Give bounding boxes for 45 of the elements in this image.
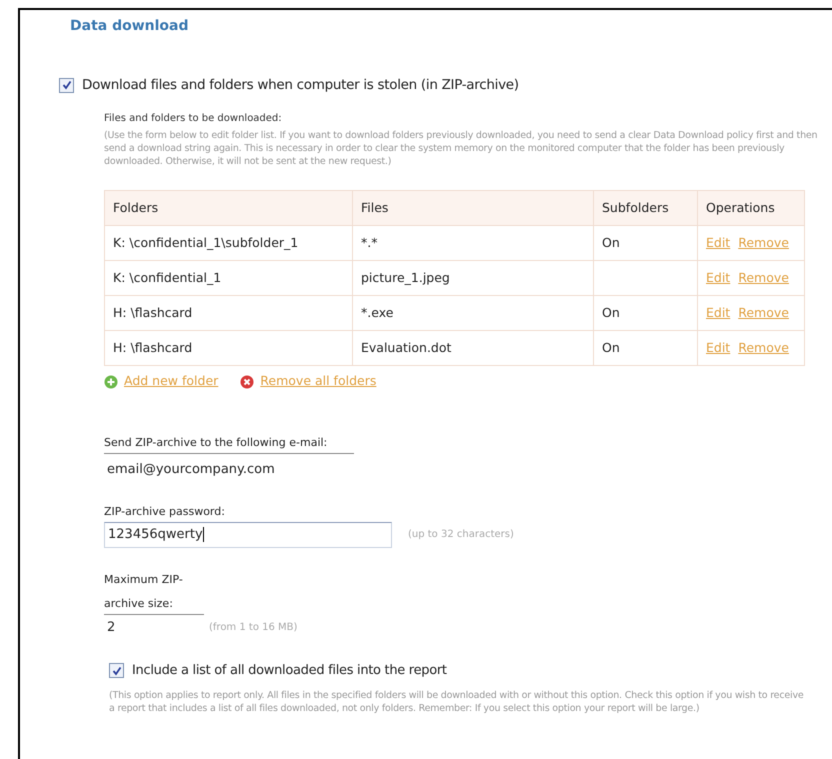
field-label: Send ZIP-archive to the following e-mail: xyxy=(104,436,328,449)
remove-link[interactable]: Remove xyxy=(738,234,789,250)
section-subtitle: Files and folders to be downloaded: xyxy=(104,112,283,126)
table-cell: picture_1.jpeg xyxy=(352,260,594,296)
delete-icon xyxy=(240,374,254,389)
option-label: Download files and folders when computer is stolen (in ZIP-archive) xyxy=(82,76,519,95)
column-header: Folders xyxy=(104,190,352,226)
edit-link[interactable]: Edit xyxy=(706,340,730,355)
table-cell: H: \flashcard xyxy=(104,296,352,331)
edit-link[interactable]: Edit xyxy=(706,234,730,250)
column-header: Subfolders xyxy=(594,190,698,226)
table-cell: K: \confidential_1\subfolder_1 xyxy=(104,226,352,261)
table-cell: *.* xyxy=(352,226,594,261)
email-field[interactable]: email@yourcompany.com xyxy=(104,460,824,480)
table-cell: *.exe xyxy=(352,296,594,331)
checkbox[interactable] xyxy=(59,78,74,93)
remove-link[interactable]: Remove xyxy=(738,340,789,355)
edit-link[interactable]: Edit xyxy=(706,304,730,320)
checkbox[interactable] xyxy=(109,663,124,678)
checkmark-icon xyxy=(112,666,122,676)
remove-link[interactable]: Remove xyxy=(738,304,789,320)
column-header: Files xyxy=(352,190,594,226)
hint-text: (from 1 to 16 MB) xyxy=(209,620,298,635)
edit-link[interactable]: Edit xyxy=(706,270,730,285)
option-label: Include a list of all downloaded files into the report xyxy=(132,662,447,680)
table-cell: On xyxy=(594,330,698,366)
column-header: Operations xyxy=(698,190,804,226)
help-note: (This option applies to report only. All files in the specified folders will be downloaded with or without this option. Check this option if you wish to receive a report that includes a list of all files downloaded, not only folders. Remember: If you select this option your report will be large.) xyxy=(109,688,805,714)
plus-icon xyxy=(104,374,118,389)
remove-link[interactable]: Remove xyxy=(738,270,789,285)
table-cell: On xyxy=(594,226,698,261)
table-cell: On xyxy=(594,296,698,331)
section-title: Data download xyxy=(70,17,190,36)
table-cell: H: \flashcard xyxy=(104,330,352,366)
hint-text: (up to 32 characters) xyxy=(408,528,514,542)
table-cell: Evaluation.dot xyxy=(352,330,594,366)
checkmark-icon xyxy=(62,80,72,90)
field-label: Maximum ZIP-archive size: xyxy=(104,572,183,610)
password-field[interactable]: 123456qwerty xyxy=(104,522,392,548)
field-label: ZIP-archive password: xyxy=(104,504,225,518)
help-note: (Use the form below to edit folder list. If you want to download folders previously downloaded, you need to send a clear Data Download policy first and then send a download string again. This is necessary in order to clear the system memory on the monitored computer that the folder has been previously downloaded. Otherwise, it will not be sent at the new request.) xyxy=(104,129,818,168)
add-folder-link[interactable]: Add new folder xyxy=(124,372,218,391)
table-cell: K: \confidential_1 xyxy=(104,260,352,296)
remove-all-link[interactable]: Remove all folders xyxy=(260,372,376,391)
size-field[interactable]: 2 xyxy=(104,618,209,637)
